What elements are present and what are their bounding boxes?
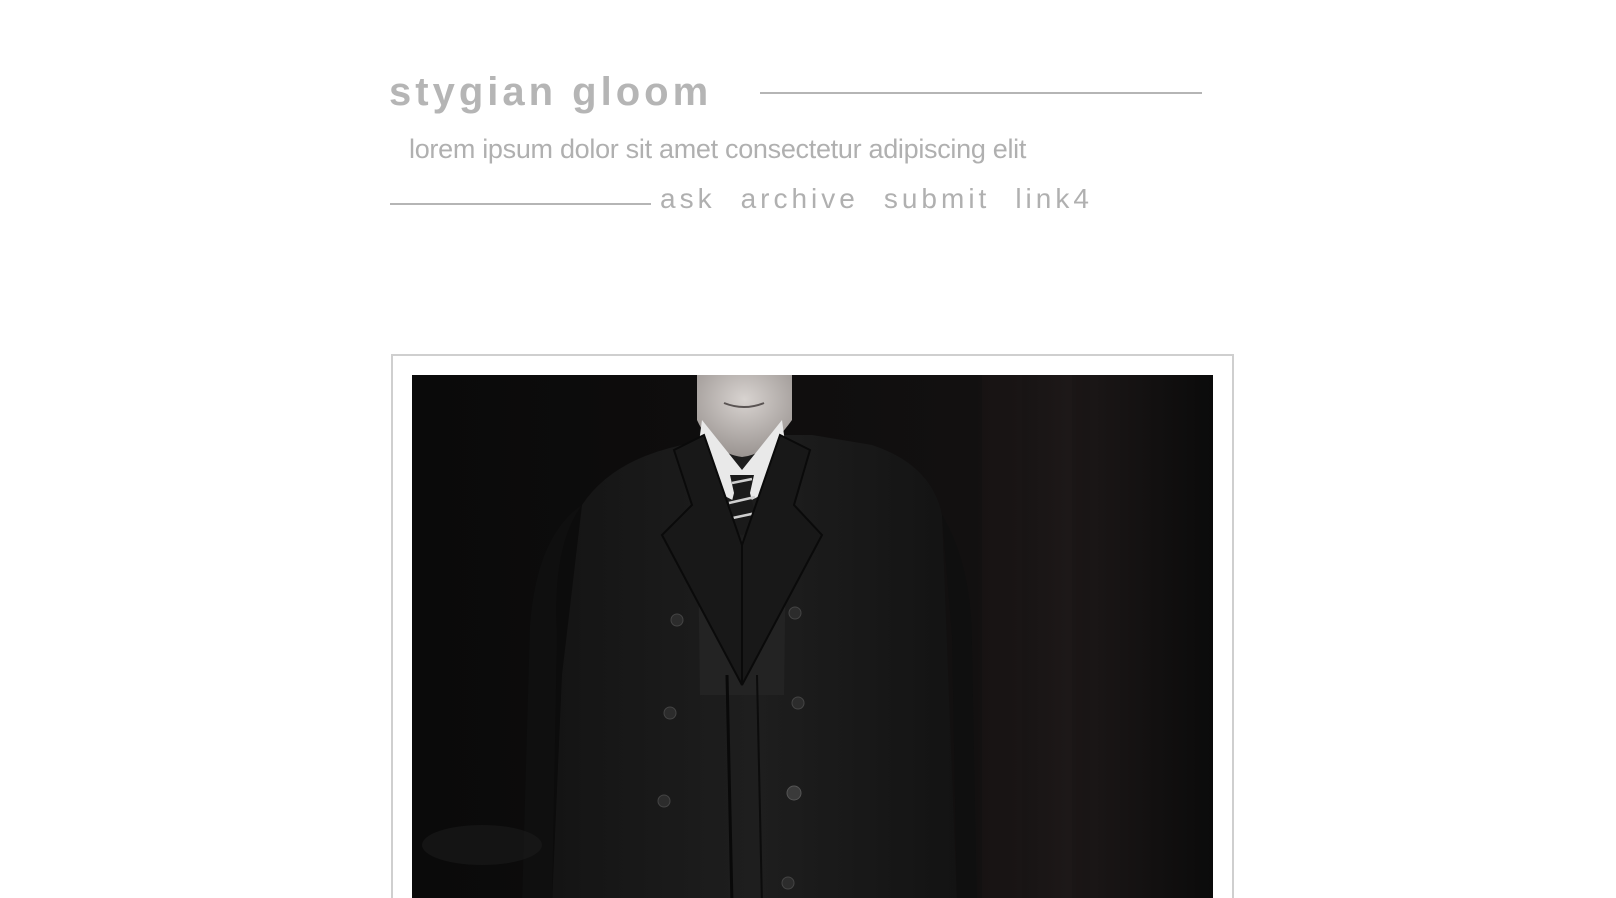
nav-link-archive[interactable]: archive bbox=[741, 181, 859, 217]
blog-title[interactable]: stygian gloom bbox=[389, 68, 712, 116]
blog-page: stygian gloom lorem ipsum dolor sit amet… bbox=[0, 0, 1616, 898]
title-divider bbox=[760, 92, 1202, 94]
post-photo[interactable] bbox=[412, 375, 1213, 898]
nav-link-submit[interactable]: submit bbox=[884, 181, 990, 217]
nav-link-link4[interactable]: link4 bbox=[1015, 181, 1093, 217]
blog-description: lorem ipsum dolor sit amet consectetur a… bbox=[409, 134, 1027, 164]
nav-divider bbox=[390, 203, 651, 205]
nav-link-ask[interactable]: ask bbox=[660, 181, 716, 217]
fashion-photo-illustration bbox=[412, 375, 1213, 898]
nav-bar: ask archive submit link4 bbox=[660, 181, 1118, 217]
